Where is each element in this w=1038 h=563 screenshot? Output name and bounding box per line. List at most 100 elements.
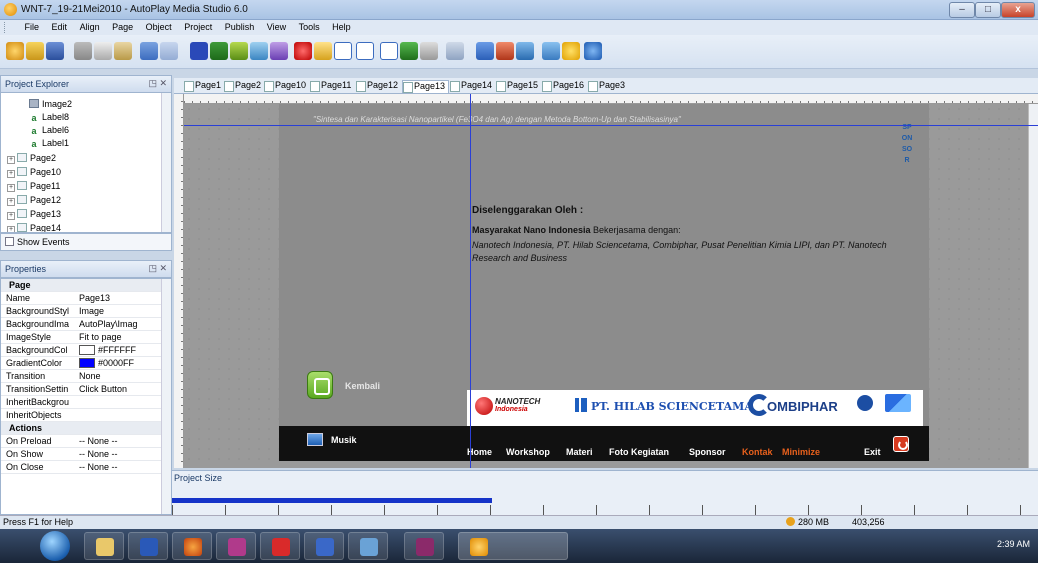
build-icon[interactable]: [496, 42, 514, 60]
color-swatch[interactable]: [79, 345, 95, 355]
back-button[interactable]: [307, 371, 333, 399]
nav-foto-kegiatan[interactable]: Foto Kegiatan: [609, 447, 669, 457]
menu-project[interactable]: Project: [179, 20, 217, 32]
menu-align[interactable]: Align: [75, 20, 105, 32]
tree-object-icon[interactable]: [420, 42, 438, 60]
properties-scrollbar[interactable]: [161, 279, 171, 514]
menu-view[interactable]: View: [262, 20, 291, 32]
nav-kontak[interactable]: Kontak: [742, 447, 773, 457]
horizontal-guide-line[interactable]: [184, 125, 1038, 126]
combobox-object-icon[interactable]: [380, 42, 398, 60]
section-actions[interactable]: Actions: [1, 422, 163, 435]
panel-pin-icon[interactable]: ◳ ✕: [148, 78, 167, 89]
input-object-icon[interactable]: [334, 42, 352, 60]
minimize-button[interactable]: –: [949, 2, 975, 18]
taskbar-winrar[interactable]: [404, 532, 444, 560]
tab-page13[interactable]: Page13: [402, 80, 450, 93]
vertical-ruler[interactable]: [174, 94, 184, 468]
tab-page12[interactable]: Page12: [356, 80, 398, 93]
button-object-icon[interactable]: [190, 42, 208, 60]
expand-icon[interactable]: +: [7, 184, 15, 192]
menu-publish[interactable]: Publish: [220, 20, 260, 32]
menu-edit[interactable]: Edit: [47, 20, 73, 32]
record-icon[interactable]: [294, 42, 312, 60]
taskbar-word[interactable]: [304, 532, 344, 560]
back-label[interactable]: Kembali: [345, 381, 380, 391]
script-icon[interactable]: [542, 42, 560, 60]
tree-item-page11[interactable]: + Page11: [7, 181, 60, 192]
undo-icon[interactable]: [140, 42, 158, 60]
property-row[interactable]: Transition None: [1, 370, 163, 383]
tree-item-page2[interactable]: + Page2: [7, 153, 56, 164]
horizontal-ruler[interactable]: [184, 94, 1038, 104]
tree-item-page14[interactable]: + Page14: [7, 223, 61, 232]
web-object-icon[interactable]: [314, 42, 332, 60]
save-icon[interactable]: [46, 42, 64, 60]
taskbar-autoplay[interactable]: [458, 532, 568, 560]
show-events-checkbox[interactable]: [5, 237, 14, 246]
expand-icon[interactable]: +: [7, 170, 15, 178]
panel-pin-icon[interactable]: ◳ ✕: [148, 263, 167, 274]
close-button[interactable]: x: [1001, 2, 1035, 18]
power-icon[interactable]: [893, 436, 909, 452]
property-row[interactable]: Name Page13: [1, 292, 163, 305]
preview-icon[interactable]: [476, 42, 494, 60]
tab-page11[interactable]: Page11: [310, 80, 351, 93]
menu-object[interactable]: Object: [141, 20, 177, 32]
organized-by-heading[interactable]: Diselenggarakan Oleh :: [472, 205, 583, 216]
image-object-icon[interactable]: [250, 42, 268, 60]
taskbar-firefox[interactable]: [172, 532, 212, 560]
music-icon[interactable]: [307, 433, 323, 446]
partners-paragraph[interactable]: Nanotech Indonesia, PT. Hilab Sciencetam…: [472, 239, 912, 265]
taskbar-notes[interactable]: [348, 532, 388, 560]
menu-page[interactable]: Page: [107, 20, 138, 32]
paste-icon[interactable]: [114, 42, 132, 60]
help-icon[interactable]: [584, 42, 602, 60]
tree-item-image2[interactable]: Image2: [29, 99, 72, 109]
color-swatch[interactable]: [79, 358, 95, 368]
taskbar-app[interactable]: [216, 532, 256, 560]
show-events-toggle[interactable]: Show Events: [0, 233, 172, 251]
listbox-object-icon[interactable]: [356, 42, 374, 60]
tab-page14[interactable]: Page14: [450, 80, 492, 93]
property-row[interactable]: BackgroundCol #FFFFFF: [1, 344, 163, 357]
property-row[interactable]: BackgroundIma AutoPlay\Imag: [1, 318, 163, 331]
design-canvas[interactable]: "Sintesa dan Karakterisasi Nanopartikel …: [184, 104, 1038, 468]
tree-item-label1[interactable]: a Label1: [29, 138, 69, 149]
action-row[interactable]: On Close -- None --: [1, 461, 163, 474]
wand-icon[interactable]: [6, 42, 24, 60]
progress-object-icon[interactable]: [400, 42, 418, 60]
action-row[interactable]: On Show -- None --: [1, 448, 163, 461]
ie-icon[interactable]: [40, 531, 70, 561]
menu-help[interactable]: Help: [327, 20, 356, 32]
section-page[interactable]: Page: [1, 279, 163, 292]
property-row[interactable]: InheritObjects: [1, 409, 163, 422]
tree-item-page13[interactable]: + Page13: [7, 209, 61, 220]
tab-page3[interactable]: Page3: [588, 80, 625, 93]
property-row[interactable]: GradientColor #0000FF: [1, 357, 163, 370]
nav-minimize[interactable]: Minimize: [782, 447, 820, 457]
publish-icon[interactable]: [516, 42, 534, 60]
property-row[interactable]: InheritBackgrou: [1, 396, 163, 409]
nav-workshop[interactable]: Workshop: [506, 447, 550, 457]
tree-item-label6[interactable]: a Label6: [29, 125, 69, 136]
nav-exit[interactable]: Exit: [864, 447, 881, 457]
menu-file[interactable]: File: [20, 20, 45, 32]
organizer-line[interactable]: Masyarakat Nano Indonesia Bekerjasama de…: [472, 225, 681, 235]
paragraph-object-icon[interactable]: [230, 42, 248, 60]
canvas-scrollbar[interactable]: [1028, 104, 1038, 468]
page-13-design[interactable]: "Sintesa dan Karakterisasi Nanopartikel …: [279, 104, 929, 461]
maximize-button[interactable]: □: [975, 2, 1001, 18]
zoom-icon[interactable]: [446, 42, 464, 60]
property-row[interactable]: ImageStyle Fit to page: [1, 331, 163, 344]
flash-object-icon[interactable]: [270, 42, 288, 60]
expand-icon[interactable]: +: [7, 156, 15, 164]
tree-item-label8[interactable]: a Label8: [29, 112, 69, 123]
expand-icon[interactable]: +: [7, 212, 15, 220]
menu-tools[interactable]: Tools: [294, 20, 325, 32]
open-folder-icon[interactable]: [26, 42, 44, 60]
sponsor-vertical-label[interactable]: SPONSOR: [901, 122, 913, 166]
explorer-scrollbar[interactable]: [161, 93, 171, 232]
tab-page16[interactable]: Page16: [542, 80, 584, 93]
clock[interactable]: 2:39 AM: [997, 539, 1030, 549]
